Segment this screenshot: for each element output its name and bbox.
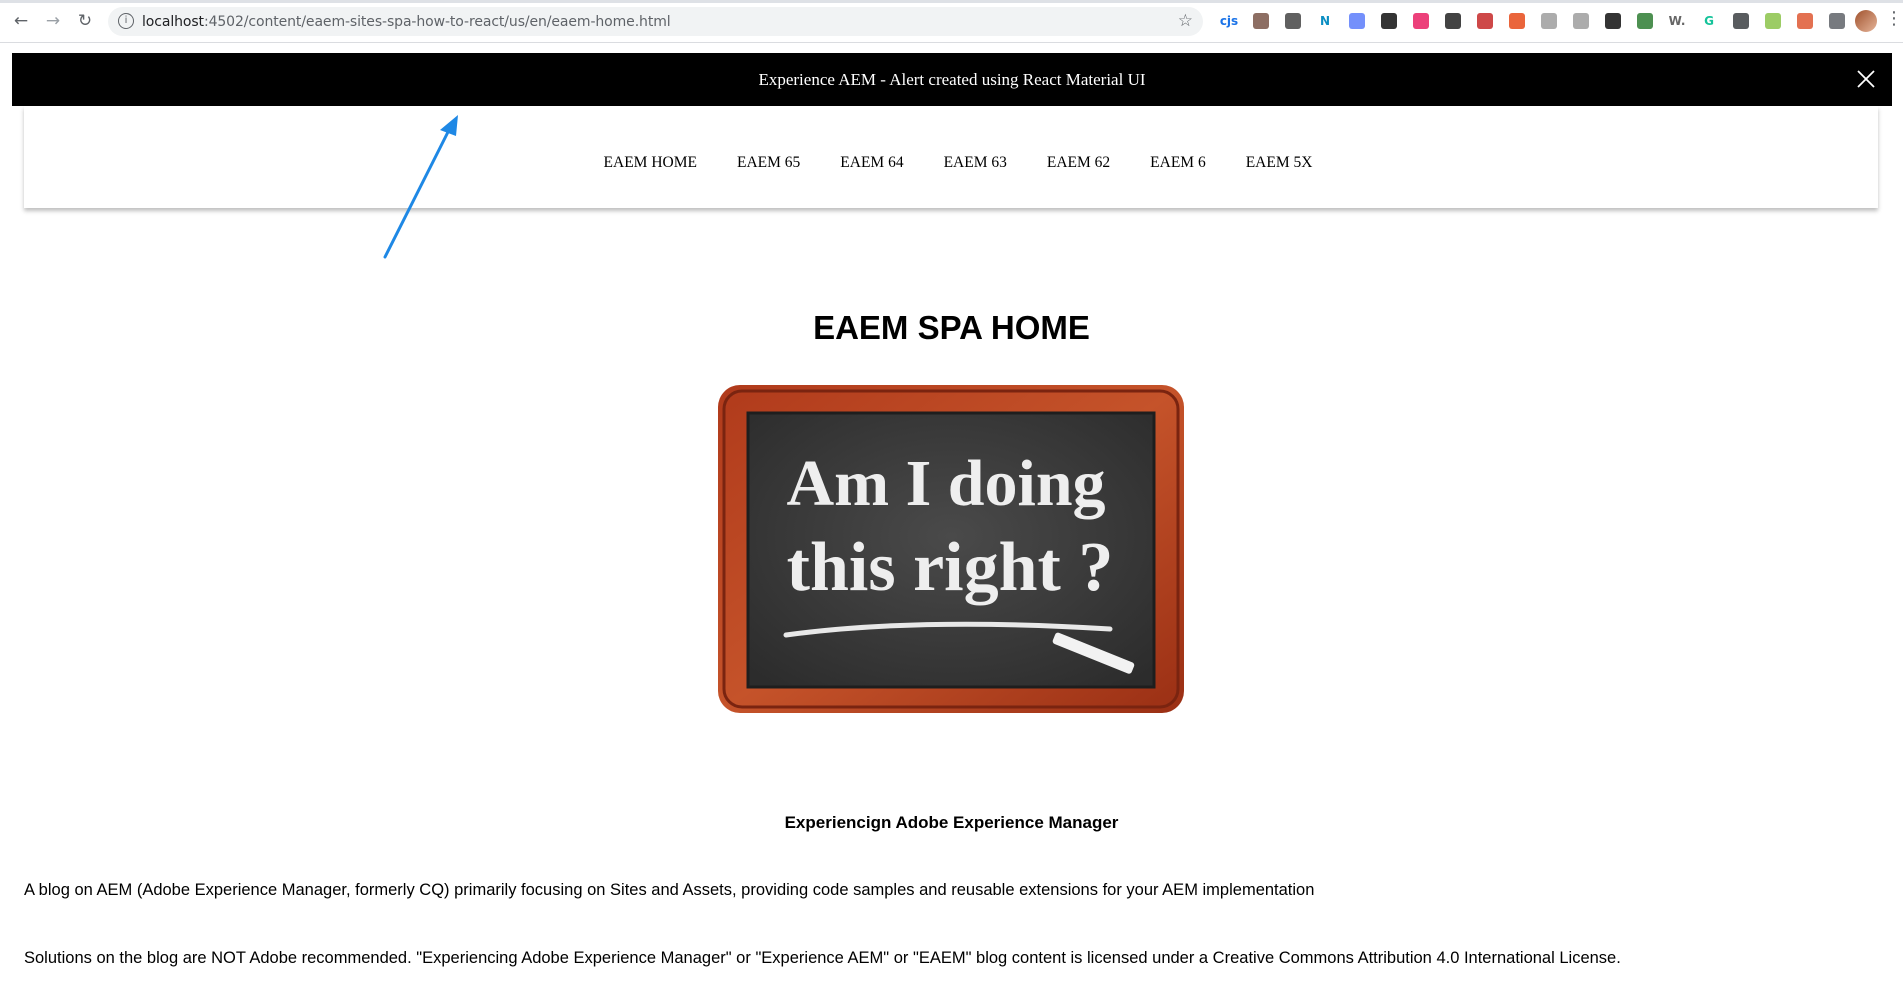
duck-icon-glyph [1797, 13, 1813, 29]
drive-icon-glyph [1445, 13, 1461, 29]
n-icon-label: N [1319, 14, 1331, 28]
w-icon[interactable]: W. [1661, 11, 1693, 31]
profile-avatar[interactable] [1855, 10, 1877, 32]
duck-icon[interactable] [1789, 11, 1821, 31]
browser-menu-icon[interactable]: ⋮ [1885, 8, 1903, 29]
circle-icon[interactable] [1277, 11, 1309, 31]
url-host: localhost [142, 14, 204, 30]
nav-item-eaem-5x[interactable]: EAEM 5X [1246, 154, 1313, 172]
reload-icon[interactable]: ↻ [74, 10, 96, 32]
license-paragraph: Solutions on the blog are NOT Adobe reco… [24, 949, 1621, 967]
alert-message: Experience AEM - Alert created using Rea… [758, 70, 1146, 89]
forward-arrow-icon[interactable]: → [42, 10, 64, 32]
nav-menu: EAEM HOME EAEM 65 EAEM 64 EAEM 63 EAEM 62 EAE… [24, 154, 1878, 172]
page-title: EAEM SPA HOME [813, 309, 1090, 346]
n-icon[interactable]: N [1309, 11, 1341, 31]
site-info-icon[interactable]: i [118, 13, 134, 29]
chalk-line-2: this right ? [787, 529, 1114, 606]
ring-icon[interactable] [1405, 11, 1437, 31]
bulb-icon[interactable] [1757, 11, 1789, 31]
pen-icon-glyph [1253, 13, 1269, 29]
nav-item-eaem-home[interactable]: EAEM HOME [604, 154, 697, 172]
url-path: :4502/content/eaem-sites-spa-how-to-reac… [203, 14, 671, 30]
nav-item-eaem-64[interactable]: EAEM 64 [840, 154, 903, 172]
chalk-line-1: Am I doing [786, 447, 1105, 520]
cjs-icon[interactable]: cjs [1213, 11, 1245, 31]
target-icon-glyph [1509, 13, 1525, 29]
nav-item-eaem-63[interactable]: EAEM 63 [944, 154, 1007, 172]
grid-icon-glyph [1605, 13, 1621, 29]
ring-icon-glyph [1413, 13, 1429, 29]
nav-item-eaem-6[interactable]: EAEM 6 [1150, 154, 1206, 172]
globe-icon[interactable] [1725, 11, 1757, 31]
drive-icon[interactable] [1437, 11, 1469, 31]
g-icon[interactable]: G [1693, 11, 1725, 31]
leaf-icon[interactable] [1629, 11, 1661, 31]
subtitle: Experiencign Adobe Experience Manager [784, 813, 1119, 832]
circle-icon-glyph [1285, 13, 1301, 29]
w-icon-label: W. [1668, 14, 1686, 28]
extensions-bar: cjs N W. G [1213, 11, 1853, 31]
back-arrow-icon[interactable]: ← [10, 10, 32, 32]
alert-banner: Experience AEM - Alert created using Rea… [12, 53, 1892, 106]
check-icon-glyph [1541, 13, 1557, 29]
grid-icon[interactable] [1597, 11, 1629, 31]
bulb-icon-glyph [1765, 13, 1781, 29]
description-paragraph: A blog on AEM (Adobe Experience Manager,… [24, 881, 1315, 899]
feather-icon[interactable] [1341, 11, 1373, 31]
close-icon[interactable] [1854, 67, 1878, 91]
feather-icon-glyph [1349, 13, 1365, 29]
pen-icon[interactable] [1245, 11, 1277, 31]
cjs-icon-label: cjs [1219, 14, 1239, 28]
address-bar[interactable]: i localhost:4502/content/eaem-sites-spa-… [108, 7, 1203, 36]
check-icon[interactable] [1533, 11, 1565, 31]
annotation-arrow [383, 115, 458, 259]
leaf-icon-glyph [1637, 13, 1653, 29]
browser-toolbar: ← → ↻ i localhost:4502/content/eaem-site… [0, 0, 1903, 43]
nav-item-eaem-65[interactable]: EAEM 65 [737, 154, 800, 172]
target-icon[interactable] [1501, 11, 1533, 31]
url-text[interactable]: localhost:4502/content/eaem-sites-spa-ho… [142, 14, 671, 30]
hat-icon-glyph [1381, 13, 1397, 29]
hat-icon[interactable] [1373, 11, 1405, 31]
chalkboard-image: Am I doing this right ? [718, 385, 1184, 713]
bookmark-star-icon[interactable]: ☆ [1178, 11, 1193, 31]
red-square-icon-glyph [1477, 13, 1493, 29]
top-navigation: EAEM HOME EAEM 65 EAEM 64 EAEM 63 EAEM 62 EAE… [24, 106, 1878, 208]
nav-item-eaem-62[interactable]: EAEM 62 [1047, 154, 1110, 172]
tab-strip-edge [0, 0, 1903, 3]
box-icon-glyph [1573, 13, 1589, 29]
puzzle-icon-glyph [1829, 13, 1845, 29]
g-icon-label: G [1704, 14, 1714, 28]
globe-icon-glyph [1733, 13, 1749, 29]
puzzle-icon[interactable] [1821, 11, 1853, 31]
red-square-icon[interactable] [1469, 11, 1501, 31]
box-icon[interactable] [1565, 11, 1597, 31]
